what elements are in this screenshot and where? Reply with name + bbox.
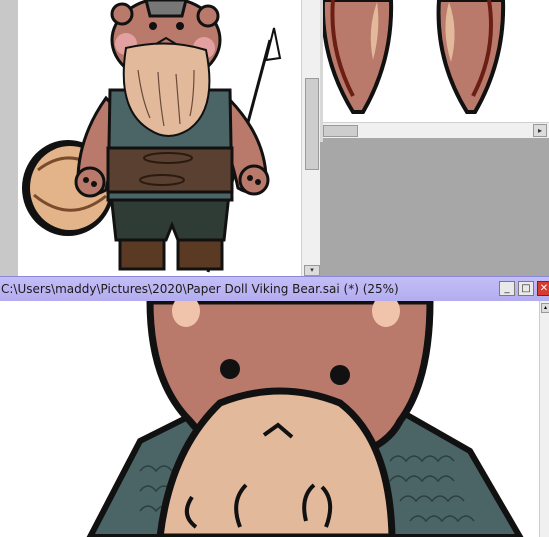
scroll-down-arrow-icon[interactable]: ▾ bbox=[304, 265, 320, 276]
scrollbar-thumb[interactable] bbox=[323, 125, 358, 137]
drawing-canvas-full[interactable] bbox=[18, 0, 301, 276]
document-window: C:\Users\maddy\Pictures\2020\Paper Doll … bbox=[0, 276, 549, 537]
viking-bear-drawing bbox=[22, 0, 282, 273]
canvas-pane-ear-pieces: ▸ bbox=[320, 0, 549, 142]
document-canvas[interactable] bbox=[0, 301, 539, 537]
maximize-icon[interactable]: □ bbox=[518, 281, 534, 296]
horizontal-scrollbar[interactable]: ▸ bbox=[323, 122, 549, 138]
scroll-up-arrow-icon[interactable]: ▴ bbox=[541, 303, 549, 313]
scrollbar-thumb[interactable] bbox=[305, 78, 319, 170]
document-vertical-scrollbar[interactable]: ▴ bbox=[539, 301, 549, 537]
scroll-right-arrow-icon[interactable]: ▸ bbox=[533, 124, 547, 137]
zoomed-bear-face-drawing bbox=[86, 301, 524, 537]
window-title: C:\Users\maddy\Pictures\2020\Paper Doll … bbox=[1, 282, 399, 296]
canvas-pane-full-bear: ▾ bbox=[0, 0, 320, 276]
window-title-bar[interactable]: C:\Users\maddy\Pictures\2020\Paper Doll … bbox=[0, 276, 549, 301]
pane-gutter bbox=[0, 0, 18, 276]
close-icon[interactable]: ✕ bbox=[537, 281, 549, 296]
drawing-canvas-ears[interactable] bbox=[323, 0, 549, 122]
ear-pieces-drawing bbox=[323, 0, 506, 114]
vertical-scrollbar[interactable]: ▾ bbox=[301, 0, 320, 276]
minimize-icon[interactable]: _ bbox=[499, 281, 515, 296]
